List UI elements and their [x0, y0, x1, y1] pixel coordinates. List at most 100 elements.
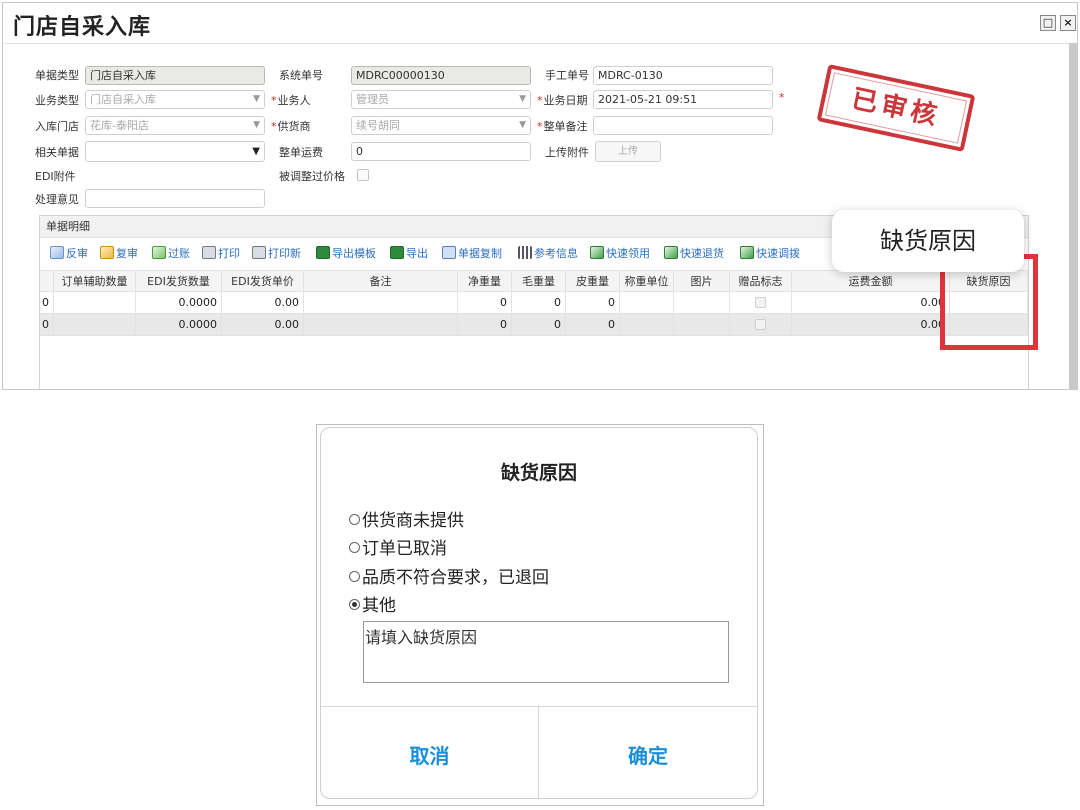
- radio-icon[interactable]: [349, 514, 360, 525]
- remark-field[interactable]: [593, 116, 773, 135]
- toolbar-label: 复审: [116, 247, 138, 260]
- gift-checkbox[interactable]: [755, 297, 766, 308]
- option-label: 订单已取消: [362, 539, 447, 559]
- vertical-scrollbar[interactable]: [1069, 43, 1077, 389]
- toolbar-print-new[interactable]: 打印新: [252, 245, 301, 261]
- price-adjusted-checkbox[interactable]: [357, 169, 369, 181]
- toolbar-print[interactable]: 打印: [202, 245, 240, 261]
- table-cell: [54, 292, 136, 314]
- table-row[interactable]: 0 0.0000 0.00 0 0 0 0.00: [40, 292, 1028, 314]
- toolbar-quick-use[interactable]: 快速领用: [590, 245, 650, 261]
- gift-checkbox[interactable]: [755, 319, 766, 330]
- table-cell: 0: [512, 314, 566, 336]
- close-button[interactable]: ×: [1060, 15, 1076, 31]
- table-cell: 0: [512, 292, 566, 314]
- table-row[interactable]: 0 0.0000 0.00 0 0 0 0.00: [40, 314, 1028, 336]
- biz-type-select[interactable]: 门店自采入库 ▼: [85, 90, 265, 109]
- table-cell: 0: [40, 292, 54, 314]
- column-header[interactable]: 称重单位: [620, 270, 674, 292]
- supplier-select[interactable]: 续号胡同 ▼: [351, 116, 531, 135]
- opinion-field[interactable]: [85, 189, 265, 208]
- toolbar-label: 单据复制: [458, 247, 502, 260]
- biz-date-label-text: 业务日期: [543, 94, 588, 107]
- option-label: 供货商未提供: [362, 511, 464, 531]
- table-cell: 0: [566, 314, 620, 336]
- dialog-footer: 取消 确定: [321, 706, 757, 798]
- column-header[interactable]: 图片: [674, 270, 730, 292]
- bars-icon: [518, 246, 532, 259]
- table-cell: 0: [40, 314, 54, 336]
- toolbar-post[interactable]: 过账: [152, 245, 190, 261]
- table-cell: [674, 314, 730, 336]
- freight-field[interactable]: 0: [351, 142, 531, 161]
- chevron-down-icon: ▼: [519, 120, 526, 130]
- column-header[interactable]: 订单辅助数量: [54, 270, 136, 292]
- upload-label: 上传附件: [545, 146, 589, 159]
- doc-type-field: 门店自采入库: [85, 66, 265, 85]
- option-quality-returned[interactable]: 品质不符合要求，已退回: [349, 563, 549, 588]
- cancel-button[interactable]: 取消: [321, 707, 539, 798]
- table-cell: [54, 314, 136, 336]
- shortage-reason-input[interactable]: [363, 621, 729, 683]
- sys-no-field: MDRC00000130: [351, 66, 531, 85]
- toolbar-export-template[interactable]: 导出模板: [316, 245, 376, 261]
- table-cell: 0: [458, 314, 512, 336]
- related-doc-select[interactable]: ▼: [85, 141, 265, 162]
- column-header[interactable]: EDI发货单价: [222, 270, 304, 292]
- column-header[interactable]: 净重量: [458, 270, 512, 292]
- toolbar-label: 打印新: [268, 247, 301, 260]
- option-supplier-not-provided[interactable]: 供货商未提供: [349, 506, 464, 531]
- biz-date-label: *业务日期: [537, 92, 588, 108]
- biz-type-value: 门店自采入库: [90, 93, 156, 106]
- inbound-window: 门店自采入库 □ × 单据类型 门店自采入库 业务类型 门店自采入库 ▼ 入库门…: [2, 2, 1078, 390]
- required-mark: *: [537, 94, 543, 107]
- option-other[interactable]: 其他: [349, 591, 396, 616]
- radio-icon[interactable]: [349, 542, 360, 553]
- chevron-down-icon: ▼: [253, 120, 260, 130]
- toolbar-label: 打印: [218, 247, 240, 260]
- window-title: 门店自采入库: [13, 15, 152, 40]
- toolbar-reference[interactable]: 参考信息: [518, 245, 578, 261]
- column-header[interactable]: EDI发货数量: [136, 270, 222, 292]
- doc-icon: [50, 246, 64, 259]
- chevron-down-icon: ▼: [252, 146, 260, 157]
- shortage-reason-dialog: 缺货原因 供货商未提供 订单已取消 品质不符合要求，已退回 其他 取消 确定: [320, 427, 758, 799]
- chevron-down-icon: ▼: [519, 94, 526, 104]
- toolbar-label: 快速调拨: [756, 247, 800, 260]
- toolbar-export[interactable]: 导出: [390, 245, 428, 261]
- toolbar-quick-transfer[interactable]: 快速调拨: [740, 245, 800, 261]
- column-header[interactable]: 毛重量: [512, 270, 566, 292]
- confirm-button[interactable]: 确定: [539, 707, 757, 798]
- printer-icon: [202, 246, 216, 259]
- restore-button[interactable]: □: [1040, 15, 1056, 31]
- option-label: 品质不符合要求，已退回: [362, 568, 549, 588]
- toolbar-label: 快速退货: [680, 247, 724, 260]
- store-label: 入库门店: [35, 120, 79, 133]
- toolbar-reapprove[interactable]: 复审: [100, 245, 138, 261]
- radio-icon[interactable]: [349, 571, 360, 582]
- column-header[interactable]: 皮重量: [566, 270, 620, 292]
- printer-icon: [252, 246, 266, 259]
- supplier-label: *供货商: [271, 118, 311, 134]
- column-header[interactable]: 运费金额: [792, 270, 950, 292]
- toolbar-unapprove[interactable]: 反审: [50, 245, 88, 261]
- upload-button[interactable]: 上传: [595, 141, 661, 162]
- option-order-cancelled[interactable]: 订单已取消: [349, 534, 447, 559]
- gift-cell: [730, 292, 792, 314]
- remark-label-text: 整单备注: [543, 120, 588, 133]
- manual-no-field[interactable]: MDRC-0130: [593, 66, 773, 85]
- table-cell: [304, 292, 458, 314]
- table-cell: 0.0000: [136, 314, 222, 336]
- toolbar-copy[interactable]: 单据复制: [442, 245, 502, 261]
- toolbar-quick-return[interactable]: 快速退货: [664, 245, 724, 261]
- radio-selected-icon[interactable]: [349, 599, 360, 610]
- dialog-title: 缺货原因: [500, 462, 577, 484]
- biz-date-field[interactable]: 2021-05-21 09:51: [593, 90, 773, 109]
- salesman-select[interactable]: 管理员 ▼: [351, 90, 531, 109]
- table-cell: [674, 292, 730, 314]
- column-header[interactable]: 备注: [304, 270, 458, 292]
- store-select[interactable]: 花库-泰阳店 ▼: [85, 116, 265, 135]
- price-adjusted-label: 被调整过价格: [279, 170, 345, 183]
- column-header[interactable]: 赠品标志: [730, 270, 792, 292]
- salesman-label: *业务人: [271, 92, 311, 108]
